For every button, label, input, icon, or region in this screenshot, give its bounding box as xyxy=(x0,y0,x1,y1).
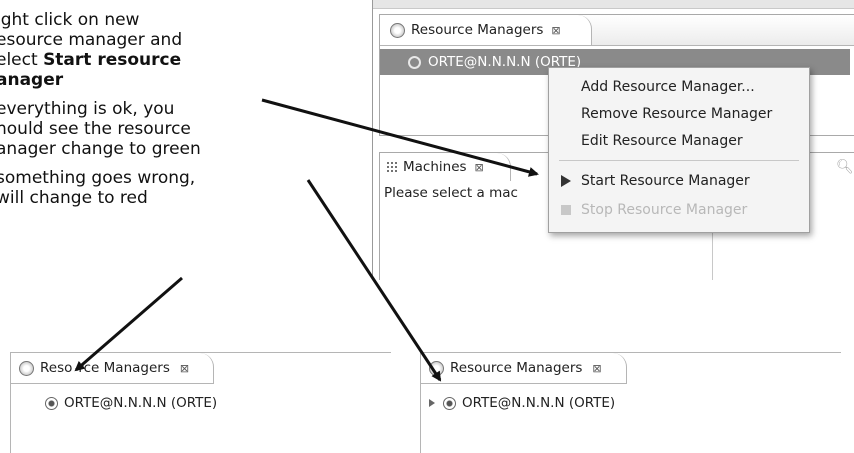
resource-managers-view-error: Reso rce Managers ⊠ ORTE@N.N.N.N (ORTE) xyxy=(10,352,391,453)
instruction-step-2: everything is ok, you hould see the reso… xyxy=(0,99,296,159)
tab-label-part: rce Managers xyxy=(78,360,170,376)
status-icon xyxy=(45,396,58,410)
resource-manager-label: ORTE@N.N.N.N (ORTE) xyxy=(64,395,218,411)
menu-item-remove-resource-manager[interactable]: Remove Resource Manager xyxy=(581,102,772,126)
tab-resource-managers[interactable]: Resource Managers ⊠ xyxy=(421,353,627,384)
resource-manager-label: ORTE@N.N.N.N (ORTE) xyxy=(462,395,616,411)
instruction-step-3: something goes wrong, will change to red xyxy=(0,168,296,208)
menu-item-start-resource-manager[interactable]: Start Resource Manager xyxy=(561,169,750,193)
instr-line: something goes wrong, xyxy=(0,168,196,188)
close-icon[interactable]: ⊠ xyxy=(475,161,484,174)
resource-managers-view-running: Resource Managers ⊠ ORTE@N.N.N.N (ORTE) xyxy=(420,352,841,453)
resource-manager-icon xyxy=(390,22,405,38)
close-icon[interactable]: ⊠ xyxy=(592,362,601,375)
tab-label: Resource Managers xyxy=(411,22,544,38)
instr-line: esource manager and xyxy=(0,30,183,50)
resource-manager-icon xyxy=(429,360,444,376)
search-icon[interactable]: 🔍︎ xyxy=(836,159,854,175)
context-menu: Add Resource Manager... Remove Resource … xyxy=(548,67,810,233)
tab-resource-managers[interactable]: Resource Managers ⊠ xyxy=(380,15,592,45)
close-icon[interactable]: ⊠ xyxy=(180,362,189,375)
instr-line: will change to red xyxy=(0,188,148,208)
menu-item-label: Start Resource Manager xyxy=(581,173,750,189)
expand-icon[interactable] xyxy=(429,399,435,407)
resource-manager-row[interactable]: ORTE@N.N.N.N (ORTE) xyxy=(429,395,615,411)
tab-resource-managers[interactable]: Reso rce Managers ⊠ xyxy=(11,353,215,384)
menu-item-stop-resource-manager: Stop Resource Manager xyxy=(561,198,747,222)
machines-icon xyxy=(386,161,398,173)
instruction-step-1: ight click on new esource manager and el… xyxy=(0,10,296,90)
menu-separator xyxy=(559,160,799,161)
instr-line: hould see the resource xyxy=(0,119,191,139)
instr-line: everything is ok, you xyxy=(0,99,175,119)
resource-manager-row[interactable]: ORTE@N.N.N.N (ORTE) xyxy=(45,395,217,411)
stop-icon xyxy=(561,205,571,215)
resource-manager-status-icon xyxy=(408,55,421,69)
view-tab-bar: Resource Managers ⊠ xyxy=(380,15,854,46)
tab-label: Resource Managers xyxy=(450,360,583,376)
play-icon xyxy=(561,175,571,187)
tab-label: Machines xyxy=(403,159,467,175)
window-top-strip xyxy=(373,0,854,9)
status-icon xyxy=(443,396,456,410)
instr-bold: Start resource xyxy=(43,50,182,70)
menu-item-add-resource-manager[interactable]: Add Resource Manager... xyxy=(581,75,755,99)
tab-label-part: Reso xyxy=(40,360,73,376)
instruction-text: ight click on new esource manager and el… xyxy=(0,10,296,217)
tab-machines[interactable]: Machines ⊠ xyxy=(380,153,511,181)
menu-item-edit-resource-manager[interactable]: Edit Resource Manager xyxy=(581,129,743,153)
close-icon[interactable]: ⊠ xyxy=(551,24,560,37)
resource-manager-icon xyxy=(19,360,34,376)
instr-bold: anager xyxy=(0,70,64,90)
instr-line: elect xyxy=(0,50,44,70)
instr-line: anager change to green xyxy=(0,139,201,159)
instr-line: ight click on new xyxy=(0,10,140,30)
machines-prompt: Please select a mac xyxy=(384,185,518,201)
menu-item-label: Stop Resource Manager xyxy=(581,202,748,218)
